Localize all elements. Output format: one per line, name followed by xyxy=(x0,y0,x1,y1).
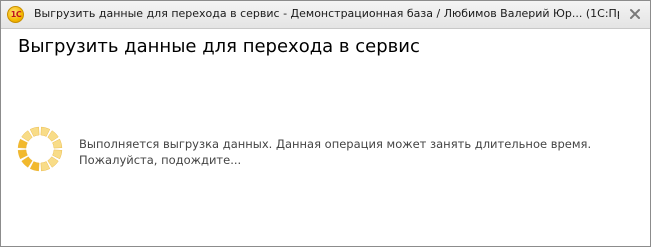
close-icon xyxy=(630,9,640,19)
spinner-segment xyxy=(40,126,51,137)
spinner-segment xyxy=(29,126,40,137)
spinner-segment xyxy=(52,149,63,160)
status-message: Выполняется выгрузка данных. Данная опер… xyxy=(79,136,639,168)
status-message-line1: Выполняется выгрузка данных. Данная опер… xyxy=(79,137,592,151)
spinner-segment xyxy=(47,156,59,168)
spinner-segment xyxy=(47,130,59,142)
window-title: Выгрузить данные для перехода в сервис -… xyxy=(34,7,619,20)
status-message-line2: Пожалуйста, подождите... xyxy=(79,153,242,167)
logo-text: 1С xyxy=(10,10,22,19)
spinner-segment xyxy=(17,138,28,149)
loading-spinner-icon xyxy=(16,125,64,173)
spinner-segment xyxy=(40,161,51,172)
page-title: Выгрузить данные для перехода в сервис xyxy=(18,36,420,57)
spinner-segment xyxy=(29,161,40,172)
spinner-segment xyxy=(21,130,33,142)
spinner-segment xyxy=(17,149,28,160)
spinner-segment xyxy=(21,156,33,168)
spinner-segment xyxy=(52,138,63,149)
1c-logo-icon: 1С xyxy=(7,6,24,23)
title-bar[interactable]: 1С Выгрузить данные для перехода в серви… xyxy=(1,1,650,29)
close-button[interactable] xyxy=(627,6,643,22)
